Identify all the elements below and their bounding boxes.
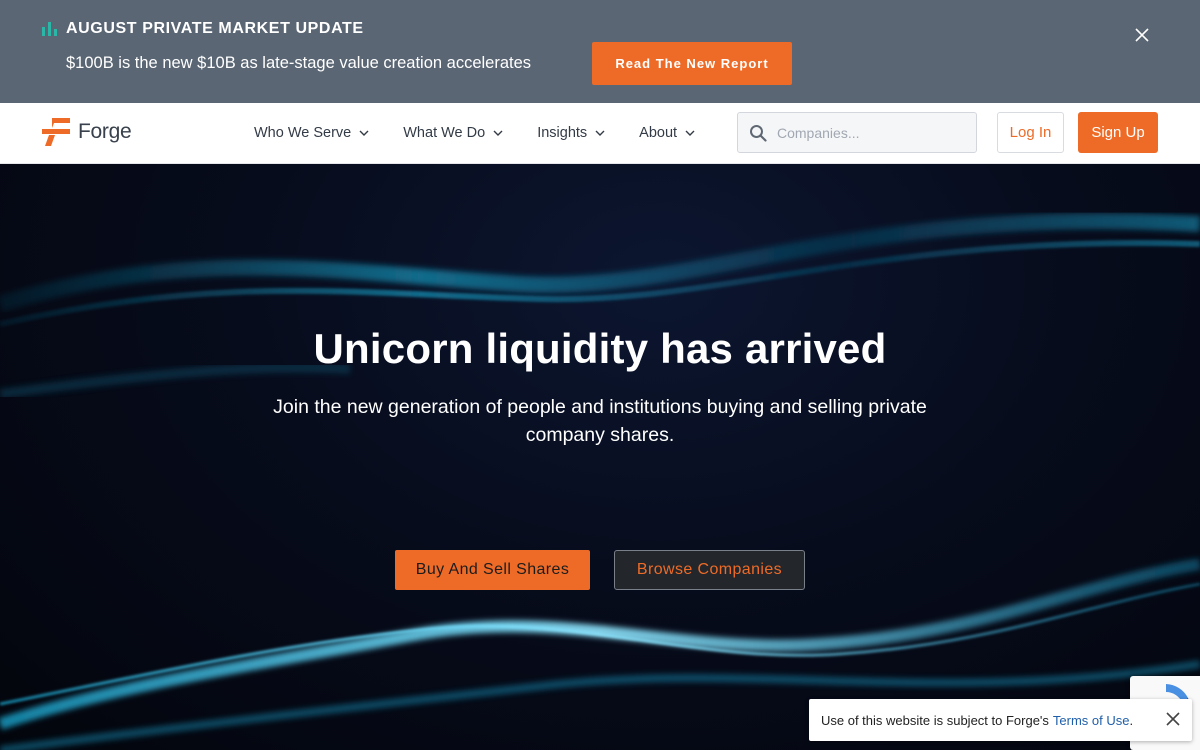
- forge-logo-mark-icon: [42, 118, 70, 146]
- forge-logo[interactable]: Forge: [40, 117, 132, 147]
- read-report-button[interactable]: Read The New Report: [592, 42, 792, 85]
- search-input[interactable]: [777, 124, 957, 141]
- close-icon[interactable]: [1165, 711, 1181, 727]
- announcement-bar: AUGUST PRIVATE MARKET UPDATE $100B is th…: [0, 0, 1200, 103]
- buy-and-sell-button[interactable]: Buy And Sell Shares: [395, 550, 590, 590]
- bar-chart-icon: [42, 22, 58, 36]
- announcement-title: AUGUST PRIVATE MARKET UPDATE: [66, 20, 364, 37]
- announcement-text: $100B is the new $10B as late-stage valu…: [66, 54, 532, 72]
- nav-item-label: Insights: [537, 125, 588, 141]
- logo-wordmark: Forge: [78, 120, 132, 143]
- hero-wave-background: [0, 213, 1200, 750]
- notice-trailing: .: [1129, 712, 1134, 728]
- nav-menu: Who We Serve What We Do Insights About: [254, 103, 729, 163]
- nav-item-label: Who We Serve: [254, 125, 352, 141]
- nav-item-insights[interactable]: Insights: [537, 125, 605, 141]
- search-icon[interactable]: [749, 124, 767, 142]
- nav-item-what-we-do[interactable]: What We Do: [403, 125, 503, 141]
- nav-item-who-we-serve[interactable]: Who We Serve: [254, 125, 369, 141]
- nav-item-label: About: [639, 125, 678, 141]
- hero-section: Unicorn liquidity has arrived Join the n…: [0, 164, 1200, 750]
- hero-title: Unicorn liquidity has arrived: [313, 325, 887, 372]
- announcement-heading: AUGUST PRIVATE MARKET UPDATE: [42, 20, 364, 38]
- chevron-down-icon: [493, 130, 503, 136]
- company-search: [737, 112, 977, 153]
- chevron-down-icon: [685, 130, 695, 136]
- browse-companies-button[interactable]: Browse Companies: [614, 550, 805, 590]
- close-icon[interactable]: [1131, 24, 1153, 46]
- notice-text: Use of this website is subject to Forge'…: [821, 712, 1049, 728]
- signup-button[interactable]: Sign Up: [1078, 112, 1158, 153]
- hero-subtitle: Join the new generation of people and in…: [273, 396, 927, 446]
- terms-notice: Use of this website is subject to Forge'…: [809, 699, 1192, 741]
- chevron-down-icon: [595, 130, 605, 136]
- chevron-down-icon: [359, 130, 369, 136]
- nav-item-about[interactable]: About: [639, 125, 695, 141]
- terms-of-use-link[interactable]: Terms of Use: [1053, 713, 1130, 728]
- main-nav: Forge Who We Serve What We Do Insights A…: [0, 103, 1200, 164]
- login-button[interactable]: Log In: [997, 112, 1064, 153]
- nav-item-label: What We Do: [403, 125, 486, 141]
